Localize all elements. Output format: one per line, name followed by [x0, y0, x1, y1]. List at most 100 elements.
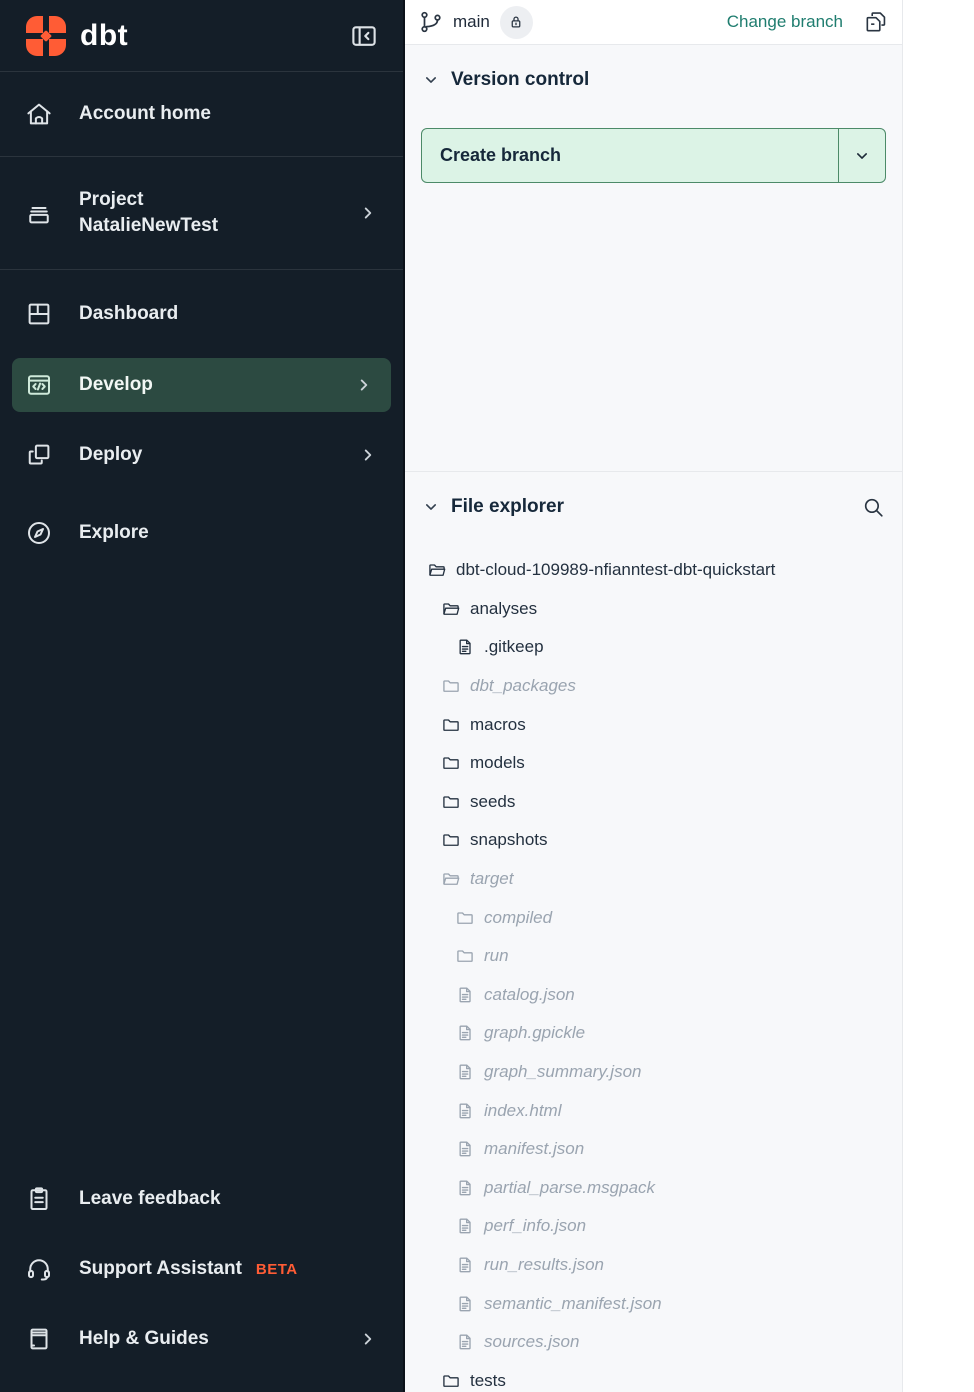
chevron-right-icon: [357, 202, 379, 224]
chevron-right-icon: [353, 374, 375, 396]
sidebar-item-leave-feedback[interactable]: Leave feedback: [0, 1164, 403, 1234]
tree-item-folder[interactable]: run: [405, 937, 902, 976]
tree-item-folder[interactable]: dbt-cloud-109989-nfianntest-dbt-quicksta…: [405, 551, 902, 590]
tree-item-label: catalog.json: [484, 985, 575, 1005]
dbt-logo-icon: [24, 14, 68, 58]
git-branch-icon: [418, 9, 444, 35]
sidebar-item-account-home[interactable]: Account home: [0, 72, 403, 157]
tree-item-folder[interactable]: seeds: [405, 783, 902, 822]
sidebar-item-label: Support Assistant: [79, 1256, 242, 1282]
project-icon: [24, 198, 54, 228]
tree-item-folder[interactable]: target: [405, 860, 902, 899]
tree-item-folder[interactable]: snapshots: [405, 821, 902, 860]
tree-item-folder[interactable]: compiled: [405, 898, 902, 937]
folder-icon: [455, 908, 475, 928]
editor-area: [903, 0, 974, 1392]
tree-item-file[interactable]: .gitkeep: [405, 628, 902, 667]
file-icon: [455, 1062, 475, 1082]
sidebar-item-label: Develop: [79, 372, 153, 398]
current-branch-name: main: [453, 12, 490, 32]
tree-item-file[interactable]: semantic_manifest.json: [405, 1284, 902, 1323]
folder-icon: [441, 830, 461, 850]
file-explorer-header[interactable]: File explorer: [421, 490, 886, 524]
tree-item-file[interactable]: manifest.json: [405, 1130, 902, 1169]
clipboard-icon: [24, 1184, 54, 1214]
home-icon: [24, 99, 54, 129]
file-icon: [455, 1178, 475, 1198]
branch-bar: main Change branch: [405, 0, 902, 45]
tree-item-label: .gitkeep: [484, 637, 544, 657]
tree-item-file[interactable]: sources.json: [405, 1323, 902, 1362]
folder-icon: [441, 676, 461, 696]
tree-item-file[interactable]: catalog.json: [405, 976, 902, 1015]
tree-item-label: compiled: [484, 908, 552, 928]
tree-item-folder[interactable]: tests: [405, 1361, 902, 1392]
sidebar-item-explore[interactable]: Explore: [0, 498, 403, 568]
tree-item-folder[interactable]: models: [405, 744, 902, 783]
tree-item-label: partial_parse.msgpack: [484, 1178, 655, 1198]
folder-icon: [441, 1371, 461, 1391]
book-icon: [24, 1324, 54, 1354]
ide-left-panel: main Change branch: [405, 0, 903, 1392]
copy-icon[interactable]: [863, 9, 889, 35]
sidebar-item-deploy[interactable]: Deploy: [0, 412, 403, 498]
tree-item-file[interactable]: perf_info.json: [405, 1207, 902, 1246]
tree-item-label: seeds: [470, 792, 515, 812]
tree-item-label: index.html: [484, 1101, 561, 1121]
sidebar-footer: Leave feedback Support Assistant BETA: [0, 1164, 403, 1392]
version-control-section: Version control Create branch: [405, 45, 902, 472]
file-icon: [455, 1216, 475, 1236]
sidebar-item-dashboard[interactable]: Dashboard: [0, 270, 403, 358]
change-branch-link[interactable]: Change branch: [727, 12, 843, 32]
file-icon: [455, 985, 475, 1005]
search-icon[interactable]: [861, 495, 886, 520]
explore-compass-icon: [24, 518, 54, 548]
tree-item-label: analyses: [470, 599, 537, 619]
tree-item-folder[interactable]: dbt_packages: [405, 667, 902, 706]
sidebar-item-label: Leave feedback: [79, 1186, 221, 1212]
tree-item-label: dbt-cloud-109989-nfianntest-dbt-quicksta…: [456, 560, 775, 580]
tree-item-label: dbt_packages: [470, 676, 576, 696]
sidebar-item-help-guides[interactable]: Help & Guides: [0, 1304, 403, 1374]
chevron-down-icon[interactable]: [421, 497, 441, 517]
sidebar-item-label: Account home: [79, 101, 211, 127]
folder-icon: [441, 792, 461, 812]
create-branch-caret[interactable]: [838, 129, 885, 182]
tree-item-label: semantic_manifest.json: [484, 1294, 662, 1314]
file-explorer-title: File explorer: [451, 496, 564, 518]
tree-item-label: tests: [470, 1371, 506, 1391]
tree-item-label: graph_summary.json: [484, 1062, 641, 1082]
brand-wordmark: dbt: [80, 19, 128, 53]
sidebar-item-label: Deploy: [79, 442, 142, 468]
sidebar-item-support-assistant[interactable]: Support Assistant BETA: [0, 1234, 403, 1304]
beta-badge: BETA: [256, 1261, 298, 1278]
tree-item-label: run: [484, 946, 509, 966]
tree-item-file[interactable]: run_results.json: [405, 1246, 902, 1285]
file-icon: [455, 1332, 475, 1352]
folder-open-icon: [441, 869, 461, 889]
file-icon: [455, 1023, 475, 1043]
tree-item-file[interactable]: graph_summary.json: [405, 1053, 902, 1092]
tree-item-label: graph.gpickle: [484, 1023, 585, 1043]
tree-item-file[interactable]: index.html: [405, 1091, 902, 1130]
tree-item-file[interactable]: partial_parse.msgpack: [405, 1169, 902, 1208]
file-tree: dbt-cloud-109989-nfianntest-dbt-quicksta…: [405, 551, 902, 1392]
tree-item-label: run_results.json: [484, 1255, 604, 1275]
version-control-header[interactable]: Version control: [421, 61, 886, 99]
sidebar-item-project[interactable]: Project NatalieNewTest: [0, 157, 403, 270]
tree-item-file[interactable]: graph.gpickle: [405, 1014, 902, 1053]
chevron-down-icon[interactable]: [421, 70, 441, 90]
deploy-icon: [24, 440, 54, 470]
tree-item-folder[interactable]: macros: [405, 705, 902, 744]
create-branch-button[interactable]: Create branch: [421, 128, 886, 183]
sidebar-item-label: Project NatalieNewTest: [79, 187, 218, 238]
folder-open-icon: [441, 599, 461, 619]
collapse-sidebar-icon[interactable]: [349, 21, 379, 51]
version-control-title: Version control: [451, 69, 589, 91]
headset-icon: [24, 1254, 54, 1284]
folder-icon: [441, 753, 461, 773]
logo-row: dbt: [0, 0, 403, 72]
tree-item-folder[interactable]: analyses: [405, 590, 902, 629]
sidebar-item-develop[interactable]: Develop: [12, 358, 391, 412]
folder-open-icon: [427, 560, 447, 580]
